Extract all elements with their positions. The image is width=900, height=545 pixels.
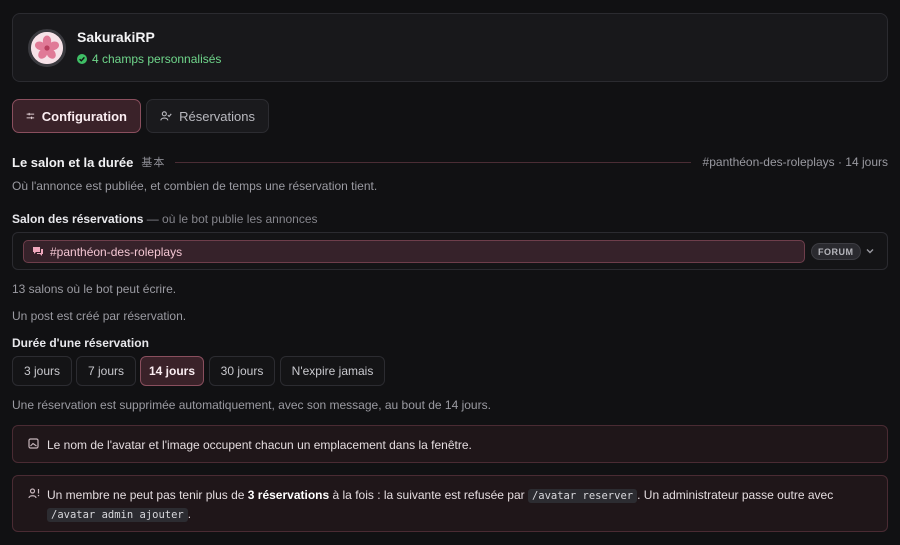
channel-info-post: Un post est créé par réservation. <box>12 309 187 323</box>
limit-count: 3 réservations <box>247 488 330 502</box>
section-description: Où l'annonce est publiée, et combien de … <box>12 179 378 193</box>
duration-option-3[interactable]: 3 jours <box>12 356 72 386</box>
sliders-icon <box>26 112 35 120</box>
duration-option-7[interactable]: 7 jours <box>76 356 136 386</box>
section-title: Le salon et la durée <box>12 154 134 170</box>
sakura-logo-icon <box>31 32 63 64</box>
server-status-text: 4 champs personnalisés <box>92 52 222 66</box>
forum-channel-icon <box>33 247 43 256</box>
section-divider <box>175 161 691 163</box>
channel-field-label: Salon des réservations — où le bot publi… <box>12 212 318 226</box>
channel-info-count: 13 salons où le bot peut écrire. <box>12 282 177 296</box>
check-circle-icon <box>77 54 87 64</box>
notice-reservation-limit: Un membre ne peut pas tenir plus de 3 ré… <box>12 475 888 532</box>
forum-badge: FORUM <box>811 243 861 260</box>
image-icon <box>28 438 39 449</box>
command-avatar-reserver: /avatar reserver <box>527 489 638 503</box>
tab-configuration[interactable]: Configuration <box>12 99 141 133</box>
notice-avatar-slots: Le nom de l'avatar et l'image occupent c… <box>12 425 888 463</box>
tab-reservations-label: Réservations <box>179 108 255 124</box>
server-status: 4 champs personnalisés <box>77 52 221 66</box>
duration-option-14[interactable]: 14 jours <box>140 356 204 386</box>
tab-configuration-label: Configuration <box>41 108 127 124</box>
duration-field-label: Durée d'une réservation <box>12 336 149 350</box>
channel-select[interactable]: #panthéon-des-roleplays FORUM <box>12 232 888 270</box>
command-avatar-admin-ajouter: /avatar admin ajouter <box>47 508 188 522</box>
duration-option-never[interactable]: N'expire jamais <box>280 356 385 386</box>
tab-reservations[interactable]: Réservations <box>146 99 269 133</box>
duration-option-30[interactable]: 30 jours <box>209 356 275 386</box>
server-avatar <box>28 29 66 67</box>
user-alert-icon <box>28 488 40 499</box>
selected-channel-chip[interactable]: #panthéon-des-roleplays <box>23 240 805 263</box>
server-name: SakurakiRP <box>77 29 155 45</box>
notice-avatar-text: Le nom de l'avatar et l'image occupent c… <box>47 438 472 452</box>
user-check-icon <box>160 111 172 121</box>
section-kanji: 基本 <box>141 157 166 169</box>
section-summary: #panthéon-des-roleplays · 14 jours <box>702 155 888 169</box>
selected-channel-name: #panthéon-des-roleplays <box>50 244 183 259</box>
chevron-down-icon[interactable] <box>865 246 875 256</box>
server-card: SakurakiRP 4 champs personnalisés <box>12 13 888 82</box>
section-header: Le salon et la durée 基本 #panthéon-des-ro… <box>12 154 888 170</box>
notice-limit-text: Un membre ne peut pas tenir plus de 3 ré… <box>47 488 834 522</box>
duration-info: Une réservation est supprimée automatiqu… <box>12 398 491 412</box>
